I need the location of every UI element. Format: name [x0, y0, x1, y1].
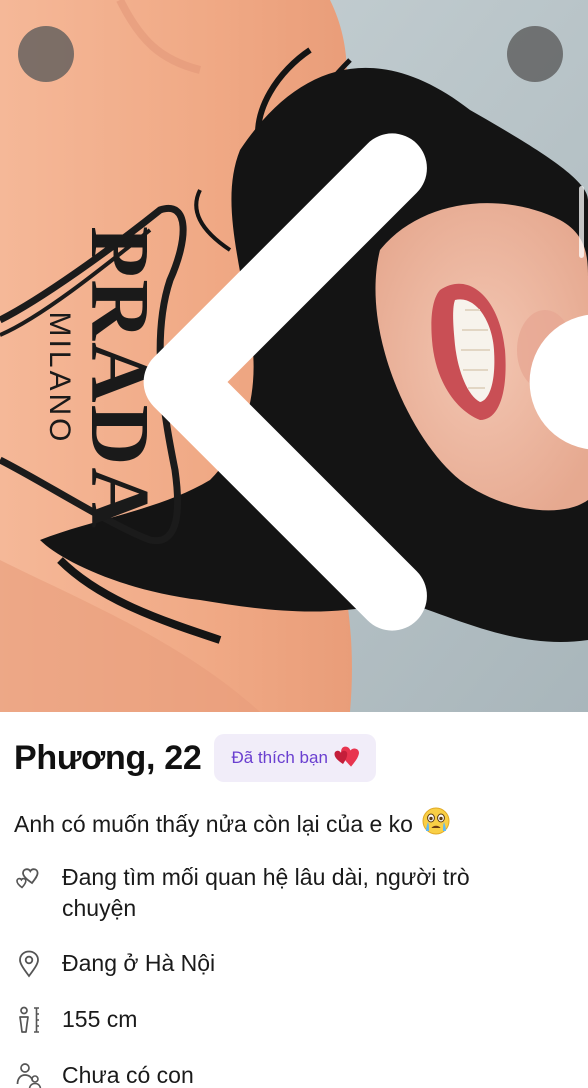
back-button[interactable] [18, 26, 427, 631]
detail-children-text: Chưa có con [62, 1062, 194, 1088]
detail-children: Chưa có con [14, 1060, 574, 1088]
bio-text-label: Anh có muốn thấy nửa còn lại của e ko [14, 810, 413, 837]
double-heart-icon [334, 745, 360, 772]
detail-height: 155 cm [14, 1004, 574, 1035]
bio-text: Anh có muốn thấy nửa còn lại của e ko [14, 806, 574, 842]
profile-info: Phương, 22 Đã thích bạn Anh có muốn thấy… [0, 712, 588, 1088]
detail-relationship-goal: Đang tìm mối quan hệ lâu dài, người trò … [14, 862, 574, 924]
detail-relationship-goal-text: Đang tìm mối quan hệ lâu dài, người trò … [62, 864, 470, 921]
liked-you-badge: Đã thích bạn [213, 734, 376, 782]
photo-scroll-indicator [579, 186, 584, 258]
hearts-icon [14, 863, 44, 893]
detail-height-text: 155 cm [62, 1006, 138, 1032]
profile-screen: PRADA MILANO Phương, 22 Đã thích bạn Anh… [0, 0, 588, 1088]
more-options-button[interactable] [507, 26, 588, 450]
detail-location: Đang ở Hà Nội [14, 948, 574, 979]
liked-you-badge-label: Đã thích bạn [231, 748, 328, 767]
name-age: Phương, 22 [14, 738, 202, 777]
name-row: Phương, 22 Đã thích bạn [14, 734, 376, 782]
height-icon [14, 1005, 44, 1035]
detail-location-text: Đang ở Hà Nội [62, 950, 216, 976]
children-icon [14, 1061, 44, 1088]
profile-photo[interactable]: PRADA MILANO [0, 0, 588, 712]
location-pin-icon [14, 949, 44, 979]
crying-face-emoji-icon [421, 806, 451, 842]
